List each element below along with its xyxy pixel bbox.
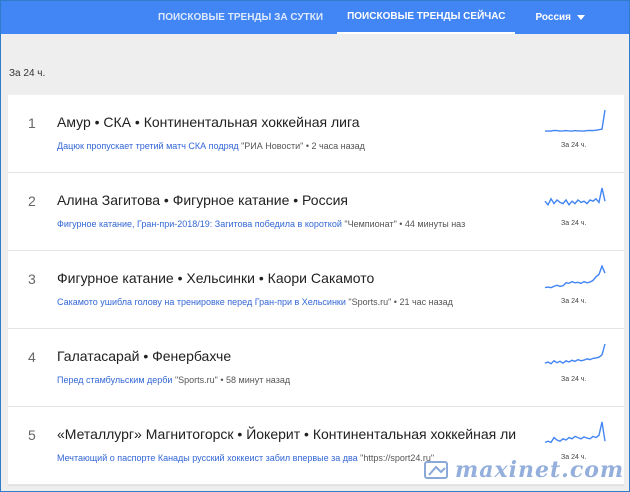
sparkline-label: За 24 ч. <box>561 454 587 461</box>
sparkline-label: За 24 ч. <box>561 142 587 149</box>
tab-realtime-trends[interactable]: ПОИСКОВЫЕ ТРЕНДЫ СЕЙЧАС <box>337 1 516 34</box>
sparkline-series <box>544 343 606 365</box>
trend-rank: 3 <box>28 271 36 287</box>
sparkline-label: За 24 ч. <box>561 298 587 305</box>
sparkline-chart <box>544 421 606 444</box>
trend-rank: 5 <box>28 427 36 443</box>
trend-title[interactable]: Фигурное катание • Хельсинки • Каори Сак… <box>57 270 517 286</box>
trend-rank: 4 <box>28 349 36 365</box>
sparkline-chart <box>544 187 606 207</box>
caret-down-icon <box>577 15 585 20</box>
period-label: За 24 ч. <box>9 68 46 79</box>
sparkline-series <box>544 187 606 207</box>
trend-news: Мечтающий о паспорте Канады русский хокк… <box>57 453 529 463</box>
country-selector[interactable]: Россия <box>535 12 585 23</box>
trend-card[interactable]: 1 Амур • СКА • Континентальная хоккейная… <box>8 95 624 173</box>
news-headline-link[interactable]: Перед стамбульским дерби <box>57 375 172 385</box>
trend-title[interactable]: Алина Загитова • Фигурное катание • Росс… <box>57 192 517 208</box>
sparkline-label: За 24 ч. <box>561 376 587 383</box>
trend-title[interactable]: Амур • СКА • Континентальная хоккейная л… <box>57 114 517 130</box>
sparkline-chart <box>544 343 606 365</box>
trend-title[interactable]: Галатасарай • Фенербахче <box>57 348 517 364</box>
news-headline-link[interactable]: Мечтающий о паспорте Канады русский хокк… <box>57 453 358 463</box>
trend-news: Перед стамбульским дерби "Sports.ru" • 5… <box>57 375 529 385</box>
trend-card[interactable]: 3 Фигурное катание • Хельсинки • Каори С… <box>8 251 624 329</box>
trend-news: Сакамото ушибла голову на тренировке пер… <box>57 297 529 307</box>
trend-card[interactable]: 5 «Металлург» Магнитогорск • Йокерит • К… <box>8 407 624 485</box>
news-source-time: "https://sport24.ru" <box>357 453 435 463</box>
sparkline-series <box>544 265 606 289</box>
sparkline-chart <box>544 265 606 289</box>
news-source-time: "Чемпионат" • 44 минуты наз <box>341 219 466 229</box>
sparkline-chart <box>545 109 606 132</box>
trend-rank: 1 <box>28 115 36 131</box>
sparkline-series <box>544 421 606 444</box>
trend-news: Дацюк пропускает третий матч СКА подряд … <box>57 141 529 151</box>
country-selector-label: Россия <box>535 12 571 23</box>
sparkline-series <box>545 109 606 132</box>
top-navigation-bar: ПОИСКОВЫЕ ТРЕНДЫ ЗА СУТКИ ПОИСКОВЫЕ ТРЕН… <box>1 1 629 34</box>
tab-daily-trends[interactable]: ПОИСКОВЫЕ ТРЕНДЫ ЗА СУТКИ <box>148 1 333 34</box>
trends-list: 1 Амур • СКА • Континентальная хоккейная… <box>8 95 624 485</box>
news-source-time: "РИА Новости" • 2 часа назад <box>238 141 365 151</box>
news-source-time: "Sports.ru" • 21 час назад <box>345 297 453 307</box>
news-headline-link[interactable]: Сакамото ушибла голову на тренировке пер… <box>57 297 346 307</box>
trend-title[interactable]: «Металлург» Магнитогорск • Йокерит • Кон… <box>57 426 517 442</box>
trend-card[interactable]: 2 Алина Загитова • Фигурное катание • Ро… <box>8 173 624 251</box>
sparkline-label: За 24 ч. <box>561 220 587 227</box>
news-headline-link[interactable]: Фигурное катание, Гран-при-2018/19: Заги… <box>57 219 342 229</box>
trend-card[interactable]: 4 Галатасарай • Фенербахче Перед стамбул… <box>8 329 624 407</box>
trend-rank: 2 <box>28 193 36 209</box>
trend-news: Фигурное катание, Гран-при-2018/19: Заги… <box>57 219 529 229</box>
news-source-time: "Sports.ru" • 58 минут назад <box>172 375 291 385</box>
news-headline-link[interactable]: Дацюк пропускает третий матч СКА подряд <box>57 141 239 151</box>
